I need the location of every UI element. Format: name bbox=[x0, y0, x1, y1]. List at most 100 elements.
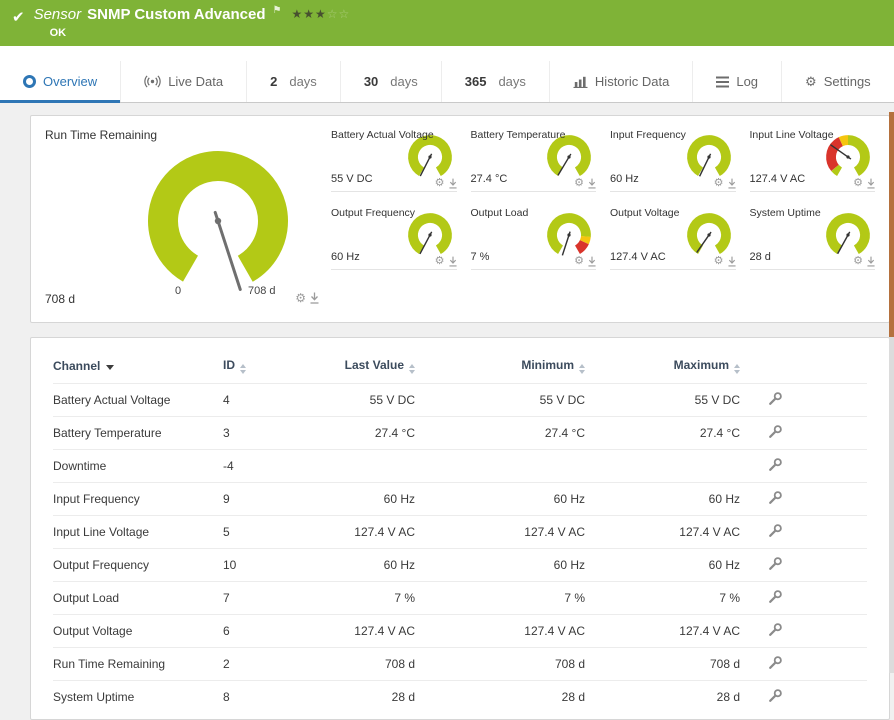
tab-word: days bbox=[289, 74, 317, 89]
gauge-actions: ⚙ bbox=[714, 178, 736, 189]
channel-settings-icon[interactable] bbox=[768, 490, 783, 505]
tab-2-days[interactable]: 2 days bbox=[246, 61, 340, 102]
gauge-value: 60 Hz bbox=[610, 173, 639, 185]
gear-icon[interactable]: ⚙ bbox=[435, 178, 445, 189]
tab-overview[interactable]: Overview bbox=[0, 61, 121, 103]
last-value-cell bbox=[313, 449, 443, 483]
tab-365-days[interactable]: 365 days bbox=[440, 61, 549, 102]
gear-icon[interactable]: ⚙ bbox=[295, 292, 306, 304]
gauge-value: 708 d bbox=[45, 292, 76, 306]
tab-label: Historic Data bbox=[594, 74, 670, 89]
gear-icon[interactable]: ⚙ bbox=[574, 256, 584, 267]
table-row[interactable]: Input Frequency 9 60 Hz 60 Hz 60 Hz bbox=[53, 482, 867, 516]
pin-icon[interactable] bbox=[588, 178, 596, 189]
pin-icon[interactable] bbox=[310, 292, 319, 304]
channel-settings-icon[interactable] bbox=[768, 688, 783, 703]
pin-icon[interactable] bbox=[727, 256, 736, 267]
gear-icon[interactable]: ⚙ bbox=[714, 178, 724, 189]
column-header-minimum[interactable]: Minimum bbox=[443, 348, 613, 384]
priority-stars[interactable]: ★★★☆☆ bbox=[291, 7, 350, 21]
sort-icon bbox=[734, 364, 740, 374]
channel-settings-icon[interactable] bbox=[768, 622, 783, 637]
channel-settings-icon[interactable] bbox=[768, 655, 783, 670]
status-check-icon: ✔ bbox=[12, 9, 25, 26]
column-header-maximum[interactable]: Maximum bbox=[613, 348, 768, 384]
channel-cell: System Uptime bbox=[53, 680, 223, 713]
gauge-label: Battery Actual Voltage bbox=[331, 129, 434, 141]
table-row[interactable]: Output Load 7 7 % 7 % 7 % bbox=[53, 581, 867, 615]
minimum-cell: 55 V DC bbox=[443, 383, 613, 417]
tab-word: days bbox=[390, 74, 418, 89]
last-value-cell: 708 d bbox=[313, 647, 443, 681]
gauge-value: 28 d bbox=[749, 251, 771, 263]
gear-icon[interactable]: ⚙ bbox=[435, 256, 445, 267]
page-scrollbar[interactable] bbox=[889, 112, 894, 673]
channel-settings-icon[interactable] bbox=[768, 556, 783, 571]
channel-settings-icon[interactable] bbox=[768, 589, 783, 604]
table-row[interactable]: Run Time Remaining 2 708 d 708 d 708 d bbox=[53, 647, 867, 681]
stars-empty: ☆☆ bbox=[326, 6, 351, 21]
minimum-cell: 60 Hz bbox=[443, 482, 613, 516]
maximum-cell: 60 Hz bbox=[613, 482, 768, 516]
tab-live-data[interactable]: Live Data bbox=[120, 61, 246, 102]
broadcast-icon bbox=[144, 75, 161, 88]
table-row[interactable]: Downtime -4 bbox=[53, 449, 867, 483]
gauge-value: 60 Hz bbox=[331, 251, 360, 263]
sort-icon bbox=[579, 364, 585, 374]
pin-icon[interactable] bbox=[727, 178, 736, 189]
gauge-label: Output Load bbox=[470, 207, 529, 219]
flag-icon[interactable]: ⚑ bbox=[272, 5, 281, 16]
table-row[interactable]: Battery Actual Voltage 4 55 V DC 55 V DC… bbox=[53, 383, 867, 417]
channel-cell: Output Voltage bbox=[53, 614, 223, 648]
gauge-card-input-frequency: Input Frequency 60 Hz ⚙ bbox=[610, 128, 736, 192]
id-cell: 3 bbox=[223, 416, 313, 450]
gear-icon[interactable]: ⚙ bbox=[714, 256, 724, 267]
table-row[interactable]: Input Line Voltage 5 127.4 V AC 127.4 V … bbox=[53, 515, 867, 549]
tab-number: 365 bbox=[464, 74, 487, 89]
column-header-id[interactable]: ID bbox=[223, 348, 313, 384]
maximum-cell: 7 % bbox=[613, 581, 768, 615]
channel-settings-icon[interactable] bbox=[768, 424, 783, 439]
tab-30-days[interactable]: 30 days bbox=[339, 61, 441, 102]
gear-icon[interactable]: ⚙ bbox=[574, 178, 584, 189]
tab-label: Overview bbox=[43, 74, 98, 89]
gauge-label: Battery Temperature bbox=[470, 129, 566, 141]
pin-icon[interactable] bbox=[448, 178, 457, 189]
sort-icon bbox=[409, 364, 415, 374]
gauge-value: 7 % bbox=[470, 251, 490, 263]
sensor-header: ✔ Sensor SNMP Custom Advanced ⚑ ★★★☆☆ OK bbox=[0, 0, 894, 46]
column-header-last-value[interactable]: Last Value bbox=[313, 348, 443, 384]
column-header-channel[interactable]: Channel bbox=[53, 348, 223, 384]
tab-log[interactable]: Log bbox=[692, 61, 781, 102]
gear-icon: ⚙ bbox=[805, 74, 817, 89]
last-value-cell: 7 % bbox=[313, 581, 443, 615]
tab-historic-data[interactable]: Historic Data bbox=[548, 61, 692, 102]
pin-icon[interactable] bbox=[588, 256, 596, 267]
gauge-label: Input Frequency bbox=[610, 129, 686, 141]
channel-cell: Output Load bbox=[53, 581, 223, 615]
last-value-cell: 28 d bbox=[313, 680, 443, 713]
pin-icon[interactable] bbox=[867, 178, 875, 189]
table-row[interactable]: Output Frequency 10 60 Hz 60 Hz 60 Hz bbox=[53, 548, 867, 582]
page-title: Sensor SNMP Custom Advanced ⚑ ★★★☆☆ bbox=[34, 5, 351, 23]
tab-settings[interactable]: ⚙ Settings bbox=[781, 61, 894, 102]
minimum-cell bbox=[443, 449, 613, 483]
minimum-cell: 7 % bbox=[443, 581, 613, 615]
pin-icon[interactable] bbox=[448, 256, 457, 267]
minimum-cell: 27.4 °C bbox=[443, 416, 613, 450]
gear-icon[interactable]: ⚙ bbox=[853, 256, 863, 267]
channel-settings-icon[interactable] bbox=[768, 391, 783, 406]
table-row[interactable]: System Uptime 8 28 d 28 d 28 d bbox=[53, 680, 867, 713]
gear-icon[interactable]: ⚙ bbox=[853, 178, 863, 189]
scrollbar-thumb[interactable] bbox=[889, 112, 894, 337]
table-row[interactable]: Output Voltage 6 127.4 V AC 127.4 V AC 1… bbox=[53, 614, 867, 648]
channel-cell: Input Frequency bbox=[53, 482, 223, 516]
channel-settings-icon[interactable] bbox=[768, 457, 783, 472]
id-cell: 4 bbox=[223, 383, 313, 417]
pin-icon[interactable] bbox=[867, 256, 875, 267]
channel-settings-icon[interactable] bbox=[768, 523, 783, 538]
gauge-label: Output Voltage bbox=[610, 207, 680, 219]
last-value-cell: 55 V DC bbox=[313, 383, 443, 417]
table-row[interactable]: Battery Temperature 3 27.4 °C 27.4 °C 27… bbox=[53, 416, 867, 450]
maximum-cell: 60 Hz bbox=[613, 548, 768, 582]
